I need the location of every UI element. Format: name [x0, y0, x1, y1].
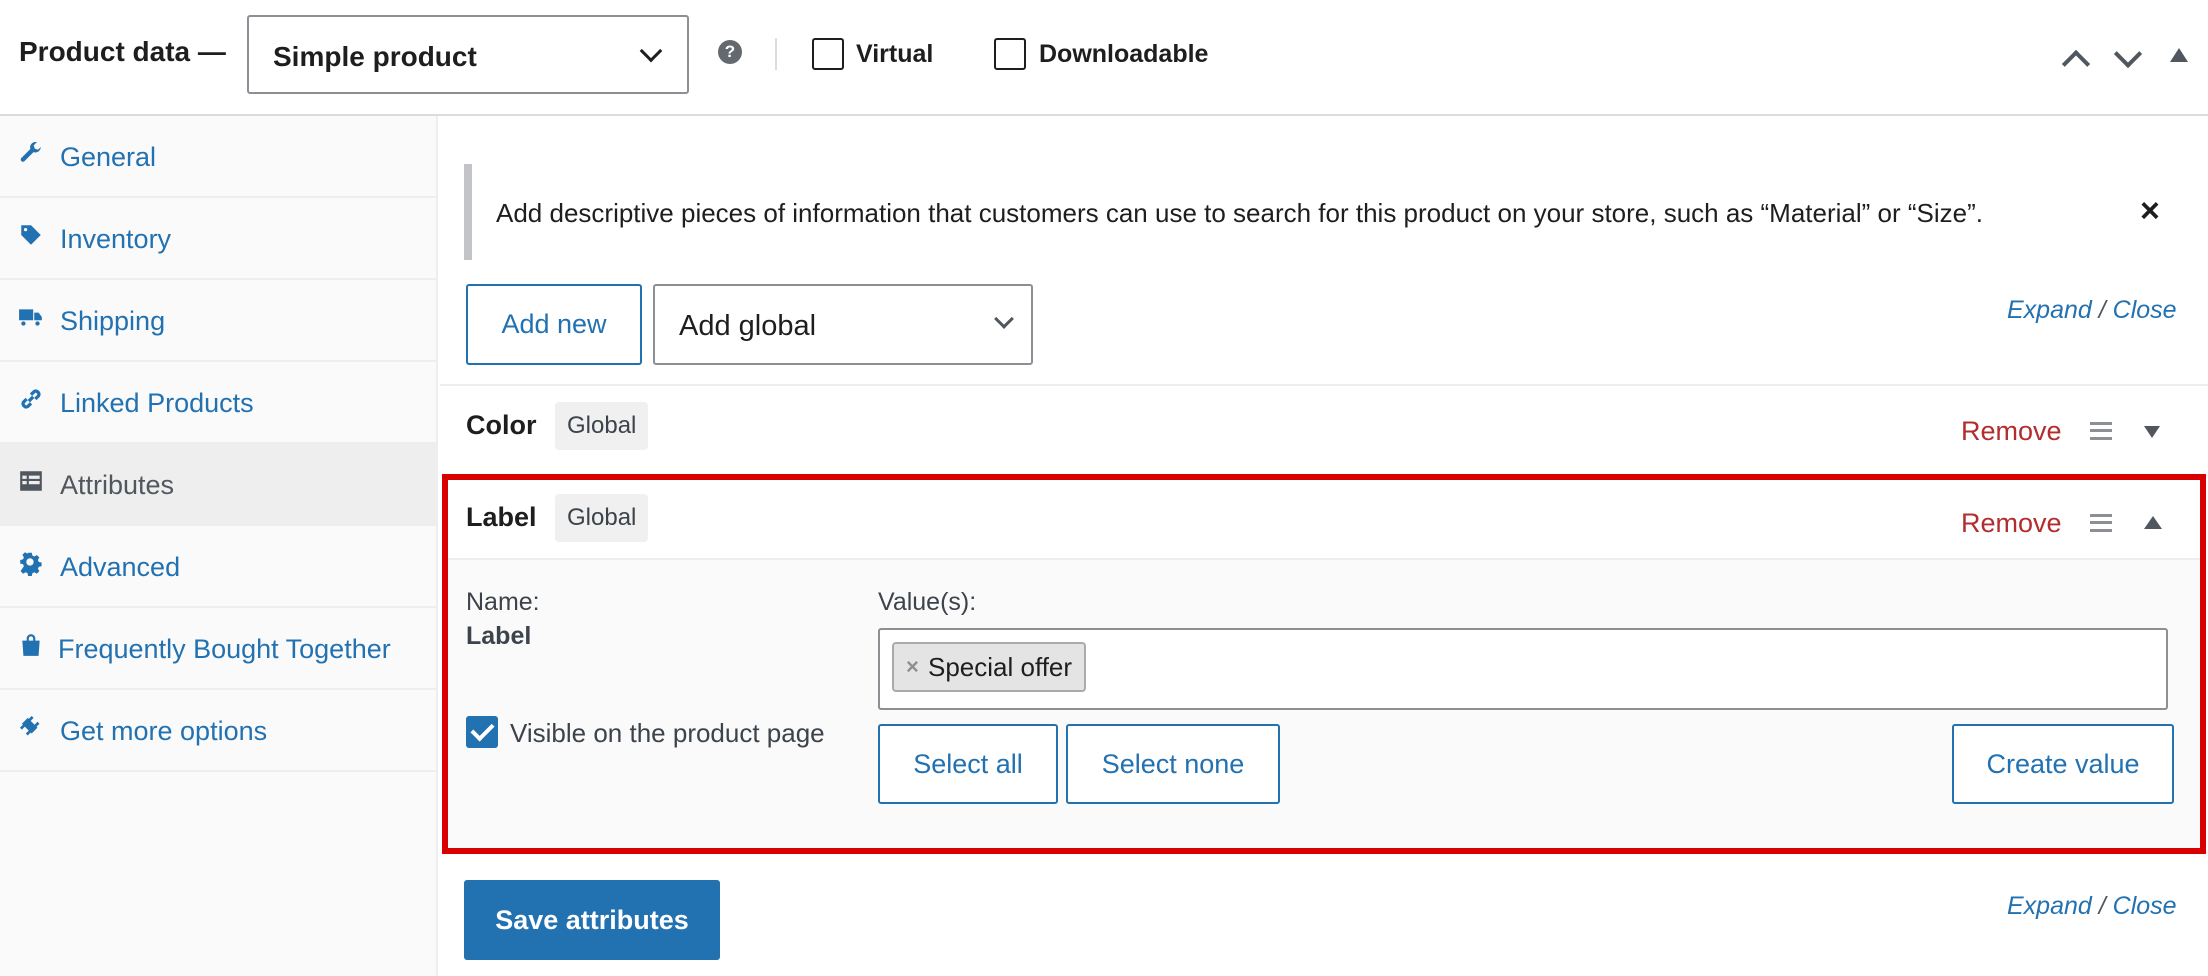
divider: [775, 38, 777, 70]
values-input[interactable]: × Special offer: [878, 628, 2168, 710]
attribute-row-color[interactable]: Color Global Remove: [440, 384, 2208, 472]
sidebar-item-linked-products[interactable]: Linked Products: [0, 362, 436, 444]
product-type-select[interactable]: Simple product: [247, 15, 689, 94]
help-icon[interactable]: ?: [718, 40, 742, 64]
value-token: × Special offer: [892, 642, 1087, 692]
expand-link[interactable]: Expand: [2007, 296, 2092, 324]
expand-icon[interactable]: [2144, 426, 2160, 438]
close-link[interactable]: Close: [2113, 892, 2177, 920]
expand-link[interactable]: Expand: [2007, 892, 2092, 920]
sidebar-item-frequently-bought-together[interactable]: Frequently Bought Together: [0, 608, 436, 690]
downloadable-label[interactable]: Downloadable: [1039, 40, 1208, 69]
drag-handle-icon[interactable]: [2090, 514, 2112, 532]
notice-text: Add descriptive pieces of information th…: [496, 198, 1983, 228]
move-up-icon[interactable]: [2060, 44, 2090, 74]
remove-link[interactable]: Remove: [1961, 508, 2062, 539]
select-none-button[interactable]: Select none: [1066, 724, 1280, 804]
sidebar-item-label: Inventory: [60, 224, 172, 254]
token-label: Special offer: [928, 652, 1073, 682]
virtual-label[interactable]: Virtual: [856, 40, 933, 69]
attribute-row-label: Label Global Remove Name: Label Value(s)…: [442, 474, 2206, 854]
sidebar-item-label: Shipping: [60, 306, 166, 336]
add-new-button[interactable]: Add new: [466, 284, 642, 365]
visible-label[interactable]: Visible on the product page: [510, 718, 825, 749]
list-icon: [20, 471, 42, 491]
expand-close-links: Expand / Close: [2007, 892, 2177, 921]
name-caption: Name:: [466, 588, 540, 616]
sidebar-item-label: Get more options: [60, 716, 268, 746]
expand-close-links: Expand / Close: [2007, 296, 2177, 325]
create-value-button[interactable]: Create value: [1952, 724, 2174, 804]
tag-icon: [21, 225, 41, 245]
add-global-select[interactable]: Add global: [653, 284, 1033, 365]
add-global-value: Add global: [679, 310, 817, 342]
gear-icon: [20, 552, 42, 576]
product-data-header: Product data — Simple product ? Virtual …: [0, 0, 2208, 116]
virtual-checkbox[interactable]: [812, 38, 844, 70]
attribute-name: Color: [466, 410, 537, 440]
sidebar-item-get-more-options[interactable]: Get more options: [0, 690, 436, 772]
product-data-tabs: General Inventory Shipping Linked Produc…: [0, 116, 438, 976]
remove-token-icon[interactable]: ×: [906, 644, 919, 690]
save-attributes-button[interactable]: Save attributes: [464, 880, 720, 960]
separator: /: [2098, 296, 2106, 324]
sidebar-item-label: Attributes: [60, 470, 175, 500]
truck-icon: [19, 309, 42, 326]
info-notice: Add descriptive pieces of information th…: [464, 164, 2189, 260]
close-icon[interactable]: ×: [2140, 192, 2160, 231]
attribute-name: Label: [466, 502, 537, 532]
chevron-down-icon: [639, 39, 663, 63]
global-badge: Global: [555, 494, 649, 542]
chevron-down-icon: [994, 309, 1014, 329]
sidebar-item-shipping[interactable]: Shipping: [0, 280, 436, 362]
name-value: Label: [466, 622, 532, 650]
bag-icon: [22, 634, 40, 656]
separator: /: [2098, 892, 2106, 920]
select-all-button[interactable]: Select all: [878, 724, 1058, 804]
attribute-header[interactable]: Label Global Remove: [448, 480, 2200, 560]
product-type-value: Simple product: [273, 41, 477, 72]
move-down-icon[interactable]: [2112, 40, 2142, 70]
visible-checkbox[interactable]: [466, 716, 498, 748]
sidebar-item-general[interactable]: General: [0, 116, 436, 198]
sidebar-item-inventory[interactable]: Inventory: [0, 198, 436, 280]
global-badge: Global: [555, 402, 649, 450]
plug-icon: [19, 715, 40, 736]
wrench-icon: [20, 141, 42, 162]
collapse-panel-icon[interactable]: [2170, 48, 2188, 62]
sidebar-item-label: Frequently Bought Together: [58, 634, 391, 664]
sidebar-item-attributes[interactable]: Attributes: [0, 444, 436, 526]
sidebar-item-advanced[interactable]: Advanced: [0, 526, 436, 608]
drag-handle-icon[interactable]: [2090, 422, 2112, 440]
sidebar-item-label: General: [60, 142, 157, 172]
attributes-panel: Add descriptive pieces of information th…: [440, 116, 2208, 976]
sidebar-item-label: Linked Products: [60, 388, 254, 418]
remove-link[interactable]: Remove: [1961, 416, 2062, 447]
downloadable-checkbox[interactable]: [994, 38, 1026, 70]
collapse-icon[interactable]: [2144, 516, 2162, 529]
sidebar-item-label: Advanced: [60, 552, 181, 582]
values-caption: Value(s):: [878, 588, 977, 616]
link-icon: [21, 389, 41, 409]
close-link[interactable]: Close: [2113, 296, 2177, 324]
page-title: Product data —: [19, 36, 226, 67]
